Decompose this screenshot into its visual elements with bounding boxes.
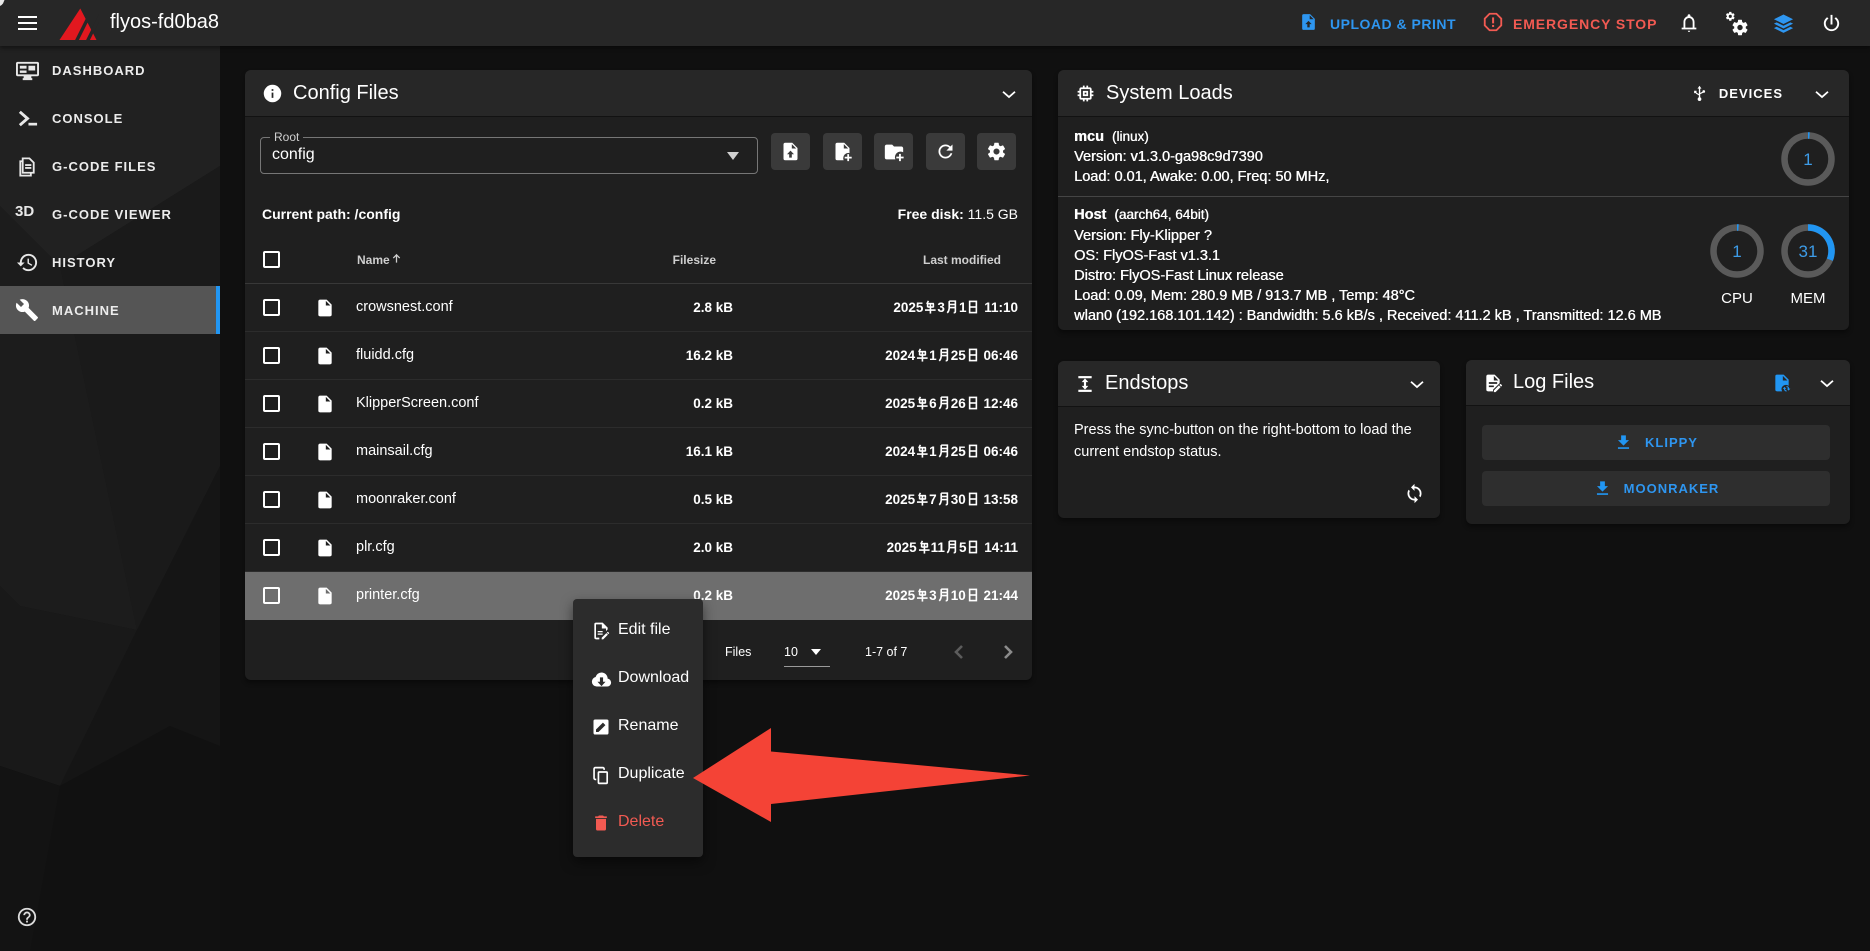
svg-text:31: 31	[1799, 242, 1818, 261]
svg-text:1: 1	[1732, 242, 1741, 261]
svg-text:1: 1	[1803, 150, 1812, 169]
